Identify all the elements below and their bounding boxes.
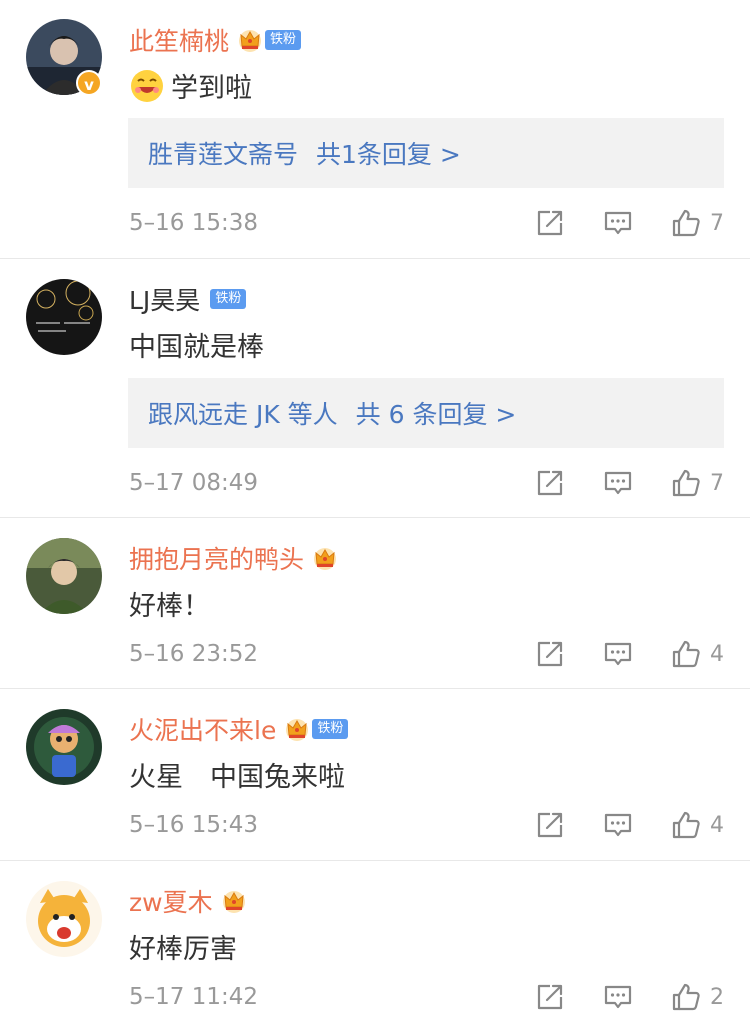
avatar[interactable] xyxy=(26,279,102,355)
share-button[interactable] xyxy=(534,207,566,239)
username[interactable]: zw夏木 xyxy=(129,883,213,919)
comment-icon xyxy=(602,809,634,841)
like-count: 4 xyxy=(710,812,724,838)
comment-meta: 5–17 08:49 7 xyxy=(129,465,724,501)
avatar[interactable] xyxy=(26,709,102,785)
timestamp: 5–16 23:52 xyxy=(129,641,258,667)
share-button[interactable] xyxy=(534,981,566,1013)
timestamp: 5–17 11:42 xyxy=(129,984,258,1010)
comment-text-row: 火星 中国兔来啦 xyxy=(129,755,345,794)
comment-button[interactable] xyxy=(602,981,634,1013)
comment-button[interactable] xyxy=(602,809,634,841)
crown-icon xyxy=(221,888,247,914)
like-button[interactable]: 4 xyxy=(670,809,724,841)
share-button[interactable] xyxy=(534,809,566,841)
share-button[interactable] xyxy=(534,467,566,499)
comment-text-row: 好棒厉害 xyxy=(129,927,237,966)
comment-meta: 5–16 15:43 4 xyxy=(129,807,724,843)
thumbs-up-icon xyxy=(670,638,702,670)
fan-badge: 铁粉 xyxy=(265,30,302,50)
like-button[interactable]: 2 xyxy=(670,981,724,1013)
thumbs-up-icon xyxy=(670,981,702,1013)
like-count: 2 xyxy=(710,984,724,1010)
share-icon xyxy=(534,207,566,239)
crown-icon xyxy=(312,545,338,571)
reply-count-link[interactable]: 共 6 条回复 > xyxy=(356,395,517,431)
comment-icon xyxy=(602,638,634,670)
like-button[interactable]: 7 xyxy=(670,467,724,499)
like-count: 7 xyxy=(710,210,724,236)
comment-item: v 此笙楠桃 铁粉 学到啦 胜青莲文斋号 共1条回复 > 5–16 15:38 … xyxy=(0,0,750,259)
crown-icon xyxy=(284,716,310,742)
comment-text: 中国就是棒 xyxy=(129,332,264,363)
reply-count-link[interactable]: 共1条回复 > xyxy=(316,135,461,171)
fan-badge: 铁粉 xyxy=(312,719,349,739)
comment-text-row: 好棒！ xyxy=(129,584,210,623)
share-icon xyxy=(534,638,566,670)
share-icon xyxy=(534,981,566,1013)
comment-meta: 5–17 11:42 2 xyxy=(129,979,724,1015)
comment-item: LJ昊昊 铁粉 中国就是棒 跟风远走 JK 等人 共 6 条回复 > 5–17 … xyxy=(0,259,750,518)
fan-badge: 铁粉 xyxy=(210,289,247,309)
username[interactable]: 火泥出不来le xyxy=(129,711,276,747)
comment-meta: 5–16 15:38 7 xyxy=(129,205,724,241)
comment-item: zw夏木 好棒厉害 5–17 11:42 2 xyxy=(0,861,750,1026)
like-button[interactable]: 4 xyxy=(670,638,724,670)
comment-icon xyxy=(602,981,634,1013)
reply-authors[interactable]: 跟风远走 JK 等人 xyxy=(148,395,338,431)
comment-text: 好棒！ xyxy=(129,591,210,622)
share-button[interactable] xyxy=(534,638,566,670)
reply-summary[interactable]: 跟风远走 JK 等人 共 6 条回复 > xyxy=(128,378,724,448)
comment-button[interactable] xyxy=(602,207,634,239)
like-button[interactable]: 7 xyxy=(670,207,724,239)
verified-icon: v xyxy=(76,70,102,96)
timestamp: 5–17 08:49 xyxy=(129,470,258,496)
username[interactable]: 拥抱月亮的鸭头 xyxy=(129,540,304,576)
laughing-emoji-icon xyxy=(131,69,163,102)
comment-text: 火星 中国兔来啦 xyxy=(129,762,345,793)
comment-icon xyxy=(602,207,634,239)
comment-meta: 5–16 23:52 4 xyxy=(129,636,724,672)
comment-icon xyxy=(602,467,634,499)
avatar[interactable] xyxy=(26,538,102,614)
reply-summary[interactable]: 胜青莲文斋号 共1条回复 > xyxy=(128,118,724,188)
comment-text-row: 中国就是棒 xyxy=(129,325,264,364)
thumbs-up-icon xyxy=(670,809,702,841)
crown-icon xyxy=(237,27,263,53)
thumbs-up-icon xyxy=(670,207,702,239)
avatar[interactable] xyxy=(26,881,102,957)
comment-button[interactable] xyxy=(602,638,634,670)
share-icon xyxy=(534,467,566,499)
like-count: 4 xyxy=(710,641,724,667)
comment-item: 拥抱月亮的鸭头 好棒！ 5–16 23:52 4 xyxy=(0,518,750,689)
thumbs-up-icon xyxy=(670,467,702,499)
comment-text: 好棒厉害 xyxy=(129,934,237,965)
username[interactable]: 此笙楠桃 xyxy=(129,22,229,58)
username[interactable]: LJ昊昊 xyxy=(129,281,200,317)
comment-text-row: 学到啦 xyxy=(129,66,252,105)
comment-button[interactable] xyxy=(602,467,634,499)
timestamp: 5–16 15:38 xyxy=(129,210,258,236)
comment-text: 学到啦 xyxy=(171,73,252,104)
comment-item: 火泥出不来le 铁粉 火星 中国兔来啦 5–16 15:43 4 xyxy=(0,689,750,861)
reply-authors[interactable]: 胜青莲文斋号 xyxy=(148,135,298,171)
like-count: 7 xyxy=(710,470,724,496)
timestamp: 5–16 15:43 xyxy=(129,812,258,838)
share-icon xyxy=(534,809,566,841)
